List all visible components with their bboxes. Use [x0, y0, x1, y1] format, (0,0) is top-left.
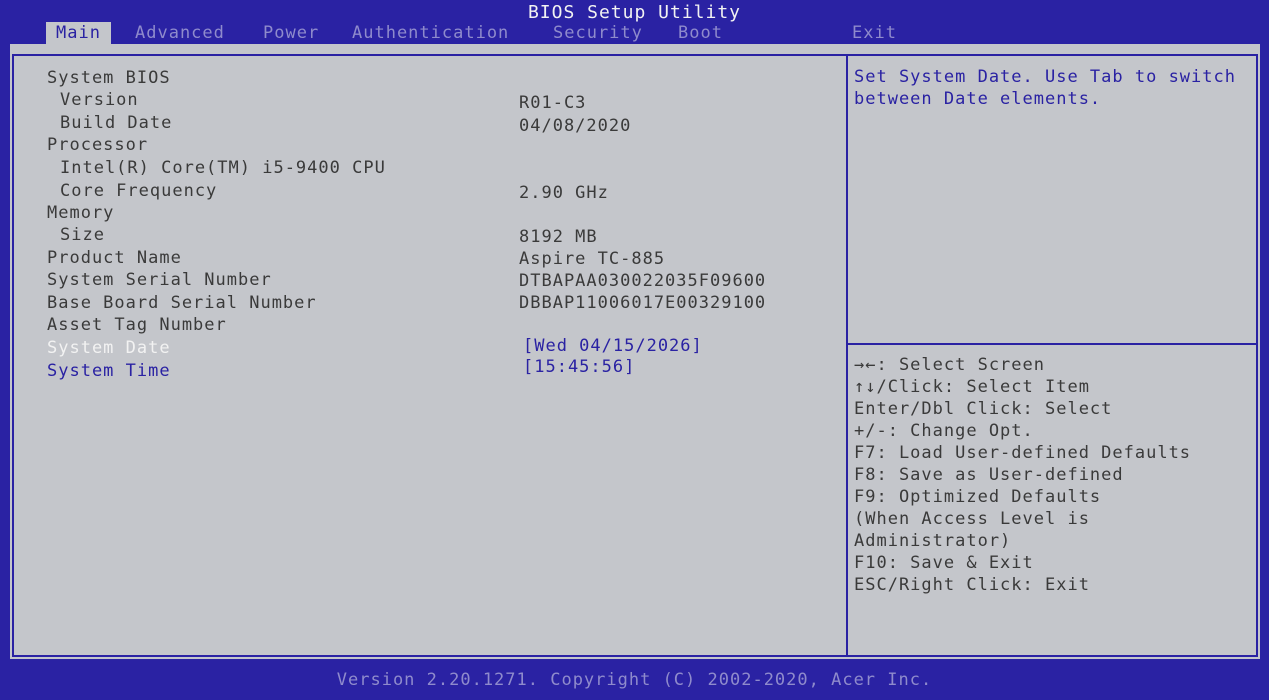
key-f10: F10: Save & Exit: [854, 553, 1034, 573]
key-f8: F8: Save as User-defined: [854, 465, 1124, 485]
tab-security[interactable]: Security: [543, 22, 653, 44]
tab-power[interactable]: Power: [253, 22, 329, 44]
key-f9: F9: Optimized Defaults: [854, 487, 1102, 507]
key-f7: F7: Load User-defined Defaults: [854, 443, 1192, 463]
tab-exit[interactable]: Exit: [842, 22, 907, 44]
memory-size-label: Size: [60, 225, 105, 245]
cpu-name: Intel(R) Core(TM) i5-9400 CPU: [60, 158, 386, 178]
settings-panel: System BIOS Version R01-C3 Build Date 04…: [12, 54, 846, 657]
tab-authentication[interactable]: Authentication: [342, 22, 519, 44]
version-value: R01-C3: [519, 93, 587, 113]
key-f9-note-2: Administrator): [854, 531, 1012, 551]
system-date-value[interactable]: [Wed 04/15/2026]: [523, 335, 703, 357]
board-serial-label: Base Board Serial Number: [47, 293, 317, 313]
product-name-label: Product Name: [47, 248, 182, 268]
core-frequency-label: Core Frequency: [60, 181, 218, 201]
system-bios-heading: System BIOS: [47, 68, 171, 88]
tab-advanced[interactable]: Advanced: [125, 22, 235, 44]
asset-tag-label: Asset Tag Number: [47, 315, 227, 335]
memory-size-value: 8192 MB: [519, 227, 598, 247]
window-title: BIOS Setup Utility: [527, 2, 742, 23]
board-serial-value: DBBAP11006017E00329100: [519, 293, 767, 313]
key-esc: ESC/Right Click: Exit: [854, 575, 1090, 595]
main-frame: System BIOS Version R01-C3 Build Date 04…: [10, 44, 1260, 659]
build-date-label: Build Date: [60, 113, 173, 133]
system-time-value[interactable]: [15:45:56]: [523, 356, 635, 378]
tab-boot-options[interactable]: Boot Options: [668, 22, 767, 65]
processor-heading: Processor: [47, 135, 149, 155]
product-name-value: Aspire TC-885: [519, 249, 666, 269]
tab-main[interactable]: Main: [46, 22, 111, 44]
system-time-label[interactable]: System Time: [47, 360, 171, 382]
key-f9-note-1: (When Access Level is: [854, 509, 1090, 529]
help-divider: [848, 343, 1256, 345]
help-text: Set System Date. Use Tab to switch betwe…: [854, 67, 1236, 109]
memory-heading: Memory: [47, 203, 115, 223]
key-change-opt: +/-: Change Opt.: [854, 421, 1034, 441]
version-label: Version: [60, 90, 139, 110]
system-date-label[interactable]: System Date: [47, 337, 171, 359]
help-panel: Set System Date. Use Tab to switch betwe…: [846, 54, 1258, 657]
core-frequency-value: 2.90 GHz: [519, 183, 609, 203]
key-select-screen: →←: Select Screen: [854, 355, 1045, 375]
key-legend: →←: Select Screen ↑↓/Click: Select Item …: [854, 354, 1254, 596]
footer-version: Version 2.20.1271. Copyright (C) 2002-20…: [336, 670, 933, 690]
key-select-item: ↑↓/Click: Select Item: [854, 377, 1090, 397]
key-enter-select: Enter/Dbl Click: Select: [854, 399, 1113, 419]
serial-number-label: System Serial Number: [47, 270, 272, 290]
build-date-value: 04/08/2020: [519, 116, 632, 136]
serial-number-value: DTBAPAA030022035F09600: [519, 271, 767, 291]
